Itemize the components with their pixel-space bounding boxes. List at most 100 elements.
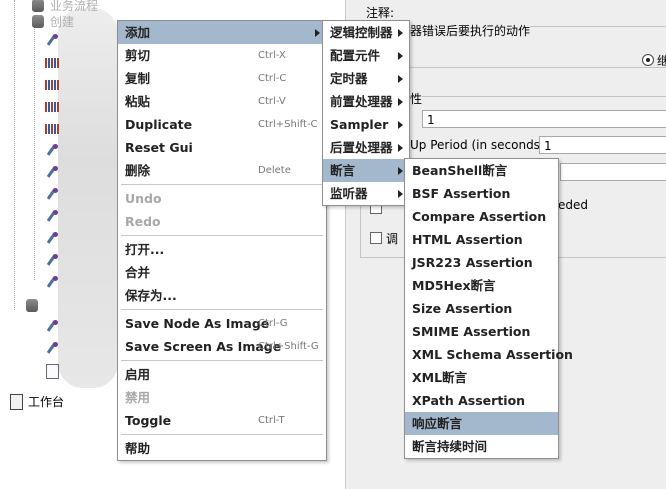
menu-item[interactable]: 剪切 Ctrl-X bbox=[118, 44, 326, 67]
workbench-label: 工作台 bbox=[28, 394, 65, 409]
menu-item[interactable]: Save Node As Image Ctrl-G bbox=[118, 312, 326, 335]
menu-item-label: 定时器 bbox=[330, 71, 368, 86]
scheduler-checkbox[interactable] bbox=[370, 232, 382, 244]
menu-item[interactable]: 帮助 bbox=[118, 437, 326, 460]
menu-item[interactable]: 后置处理器 bbox=[323, 136, 409, 159]
pipette-icon bbox=[44, 320, 58, 334]
menu-item[interactable]: 断言 bbox=[323, 159, 409, 182]
tree-node[interactable] bbox=[44, 316, 62, 338]
menu-item[interactable]: 保存为... bbox=[118, 284, 326, 307]
chevron-right-icon bbox=[398, 144, 403, 152]
tree-node[interactable] bbox=[44, 52, 64, 74]
tree-node[interactable] bbox=[44, 206, 62, 228]
tree-node[interactable] bbox=[44, 272, 62, 294]
menu-item-label: 监听器 bbox=[330, 186, 368, 201]
menu-item[interactable]: 逻辑控制器 bbox=[323, 21, 409, 44]
menu-item-label: 复制 bbox=[125, 71, 151, 86]
menu-separator bbox=[121, 309, 323, 310]
sampler-icon bbox=[44, 99, 60, 115]
chevron-right-icon bbox=[398, 29, 403, 37]
menu-item[interactable]: 添加 bbox=[118, 21, 326, 44]
menu-item-label: 帮助 bbox=[125, 441, 151, 456]
pipette-icon bbox=[44, 254, 58, 268]
tree-connector bbox=[34, 20, 35, 280]
continue-radio[interactable] bbox=[642, 54, 654, 66]
menu-item[interactable]: 监听器 bbox=[323, 182, 409, 205]
menu-item[interactable]: 粘贴 Ctrl-V bbox=[118, 90, 326, 113]
menu-item-label: Sampler bbox=[330, 117, 389, 132]
tree-node[interactable] bbox=[44, 360, 64, 382]
tree-node[interactable] bbox=[44, 184, 62, 206]
menu-item-label: 前置处理器 bbox=[330, 94, 393, 109]
menu-item-label: 后置处理器 bbox=[330, 140, 393, 155]
menu-item[interactable]: HTML Assertion bbox=[405, 228, 558, 251]
menu-item-shortcut: Ctrl-T bbox=[258, 415, 285, 426]
error-action-label: 器错误后要执行的动作 bbox=[410, 22, 531, 39]
menu-item[interactable]: Toggle Ctrl-T bbox=[118, 409, 326, 432]
tree-node-workbench[interactable]: 工作台 bbox=[8, 390, 64, 412]
assertion-submenu[interactable]: BeanShell断言 BSF Assertion Compare Assertio… bbox=[404, 158, 573, 459]
menu-item[interactable]: 复制 Ctrl-C bbox=[118, 67, 326, 90]
menu-item[interactable]: JSR223 Assertion bbox=[405, 251, 558, 274]
menu-item[interactable]: 合并 bbox=[118, 261, 326, 284]
tree-node[interactable] bbox=[44, 96, 64, 118]
tree-node[interactable] bbox=[44, 250, 62, 272]
menu-item[interactable]: SMIME Assertion bbox=[405, 320, 558, 343]
menu-item[interactable]: 定时器 bbox=[323, 67, 409, 90]
chevron-right-icon bbox=[398, 190, 403, 198]
menu-item-label: 断言持续时间 bbox=[412, 439, 488, 454]
menu-item[interactable]: 断言持续时间 bbox=[405, 435, 558, 458]
tree-node-create[interactable]: 创建 bbox=[30, 10, 74, 32]
menu-item[interactable]: 启用 bbox=[118, 363, 326, 386]
menu-item-label: 打开... bbox=[125, 242, 165, 257]
tree-node[interactable] bbox=[44, 140, 62, 162]
menu-item[interactable]: XML断言 bbox=[405, 366, 558, 389]
menu-item-label: 删除 bbox=[125, 163, 151, 178]
menu-item[interactable]: XPath Assertion bbox=[405, 389, 558, 412]
context-menu[interactable]: 添加剪切 Ctrl-X 复制 Ctrl-C 粘贴 Ctrl-V Duplicate Ctrl+… bbox=[117, 20, 327, 461]
loop-count-input[interactable] bbox=[560, 163, 666, 181]
menu-item-label: XML Schema Assertion bbox=[412, 347, 573, 362]
menu-item[interactable]: MD5Hex断言 bbox=[405, 274, 558, 297]
menu-item[interactable]: 删除 Delete bbox=[118, 159, 326, 182]
add-submenu[interactable]: 逻辑控制器配置元件定时器前置处理器 Sampler 后置处理器断言监听器 bbox=[322, 20, 410, 206]
tree-connector bbox=[14, 0, 15, 310]
menu-item[interactable]: Sampler bbox=[323, 113, 409, 136]
menu-item[interactable]: Save Screen As Image Ctrl+Shift-G bbox=[118, 335, 326, 358]
menu-separator bbox=[121, 360, 323, 361]
menu-item-label: 添加 bbox=[125, 25, 151, 40]
tree-node[interactable] bbox=[44, 228, 62, 250]
thread-properties-label: 性 bbox=[410, 90, 423, 107]
menu-item-label: 配置元件 bbox=[330, 48, 381, 63]
menu-item[interactable]: 配置元件 bbox=[323, 44, 409, 67]
menu-item[interactable]: BSF Assertion bbox=[405, 182, 558, 205]
tree-node[interactable] bbox=[44, 118, 64, 140]
thread-count-input[interactable]: 1 bbox=[422, 110, 666, 128]
chevron-right-icon bbox=[398, 167, 403, 175]
tree-node[interactable] bbox=[44, 338, 62, 360]
menu-item-label: SMIME Assertion bbox=[412, 324, 531, 339]
tree-node[interactable] bbox=[44, 30, 62, 52]
menu-item[interactable]: 响应断言 bbox=[405, 412, 558, 435]
chevron-right-icon bbox=[398, 52, 403, 60]
menu-item[interactable]: BeanShell断言 bbox=[405, 159, 558, 182]
menu-item[interactable]: 前置处理器 bbox=[323, 90, 409, 113]
continue-radio-label: 继 bbox=[657, 54, 666, 68]
menu-item[interactable]: Duplicate Ctrl+Shift-C bbox=[118, 113, 326, 136]
menu-item[interactable]: Compare Assertion bbox=[405, 205, 558, 228]
menu-item-label: Reset Gui bbox=[125, 140, 193, 155]
menu-item-label: Compare Assertion bbox=[412, 209, 547, 224]
menu-item-label: MD5Hex断言 bbox=[412, 278, 496, 293]
menu-item-label: Size Assertion bbox=[412, 301, 513, 316]
chevron-right-icon bbox=[315, 29, 320, 37]
menu-item[interactable]: Reset Gui bbox=[118, 136, 326, 159]
tree-node[interactable] bbox=[44, 74, 64, 96]
menu-item[interactable]: 打开... bbox=[118, 238, 326, 261]
tree-node[interactable] bbox=[44, 162, 62, 184]
tree-node-test[interactable] bbox=[24, 294, 44, 316]
menu-item-label: XML断言 bbox=[412, 370, 468, 385]
menu-item[interactable]: Size Assertion bbox=[405, 297, 558, 320]
rampup-input[interactable]: 1 bbox=[539, 136, 666, 154]
pipette-icon bbox=[44, 166, 58, 180]
menu-item[interactable]: XML Schema Assertion bbox=[405, 343, 573, 366]
